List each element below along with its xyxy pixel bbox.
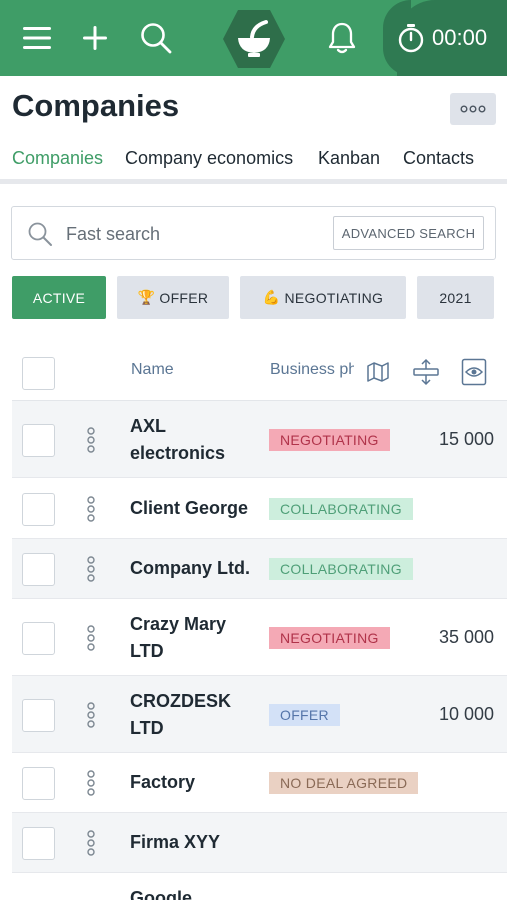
bowl-logo-icon (223, 10, 285, 68)
table-row[interactable]: AXL electronics NEGOTIATING 15 000 (12, 401, 507, 478)
search-button[interactable] (132, 14, 180, 62)
trophy-icon: 🏆 (137, 289, 156, 305)
row-checkbox[interactable] (22, 423, 55, 457)
menu-icon (23, 27, 51, 49)
fast-search-input[interactable] (66, 219, 326, 249)
stopwatch-icon (398, 24, 424, 53)
row-menu-icon[interactable] (84, 829, 98, 857)
column-header-name[interactable]: Name (131, 361, 174, 379)
search-icon (141, 23, 172, 54)
company-name-link[interactable]: Firma XYY (130, 829, 260, 856)
company-name-link[interactable]: Client George (130, 495, 260, 522)
row-checkbox[interactable] (22, 621, 55, 655)
bell-icon (328, 22, 356, 54)
column-visibility-icon[interactable] (461, 358, 487, 386)
timer-button[interactable]: 00:00 (396, 18, 487, 58)
row-menu-icon[interactable] (84, 769, 98, 797)
deal-amount: 35 000 (439, 626, 495, 647)
timer-value: 00:00 (432, 25, 488, 50)
company-name-link[interactable]: Company Ltd. (130, 555, 260, 582)
status-badge: NEGOTIATING (269, 428, 390, 451)
row-checkbox[interactable] (22, 827, 55, 860)
row-checkbox[interactable] (22, 553, 55, 586)
row-menu-icon[interactable] (84, 624, 98, 652)
filter-active[interactable]: ACTIVE (12, 276, 106, 319)
more-options-button[interactable] (450, 93, 496, 125)
deal-amount: 15 000 (439, 428, 495, 449)
company-name-link[interactable]: Crazy Mary LTD (130, 611, 260, 665)
status-badge: OFFER (269, 703, 340, 726)
status-badge: NEGOTIATING (269, 626, 390, 649)
row-menu-icon[interactable] (84, 426, 98, 454)
filter-negotiating-label: NEGOTIATING (284, 289, 384, 306)
table-row[interactable]: Client George COLLABORATING (12, 478, 507, 539)
row-checkbox[interactable] (22, 492, 55, 526)
select-all-checkbox[interactable] (22, 357, 55, 390)
filter-offer-label: OFFER (159, 289, 209, 306)
company-name-link[interactable]: CROZDESK LTD (130, 688, 260, 742)
advanced-search-button[interactable]: ADVANCED SEARCH (333, 216, 484, 250)
flexed-biceps-icon: 💪 (262, 289, 281, 305)
status-badge: COLLABORATING (269, 497, 413, 520)
company-name-link[interactable]: Google (130, 885, 260, 900)
row-height-icon[interactable] (412, 358, 440, 386)
add-button[interactable] (71, 14, 119, 62)
page-title: Companies (12, 88, 180, 123)
filter-active-label: ACTIVE (32, 289, 86, 306)
tab-contacts[interactable]: Contacts (403, 148, 474, 169)
table-header: Name Business ph (0, 345, 507, 400)
row-menu-icon[interactable] (84, 555, 98, 583)
map-icon[interactable] (366, 361, 390, 383)
status-badge: COLLABORATING (269, 558, 413, 580)
company-name-link[interactable]: Factory (130, 769, 260, 796)
row-menu-icon[interactable] (84, 701, 98, 729)
filter-offer[interactable]: 🏆 OFFER (117, 276, 229, 319)
app-logo[interactable] (222, 8, 286, 70)
plus-icon (83, 26, 107, 50)
table-row[interactable]: Google (12, 873, 507, 900)
filter-2021[interactable]: 2021 (417, 276, 494, 319)
company-name-link[interactable]: AXL electronics (130, 413, 260, 467)
table-row[interactable]: CROZDESK LTD OFFER 10 000 (12, 676, 507, 753)
status-badge: NO DEAL AGREED (269, 772, 419, 794)
table-row[interactable]: Firma XYY (12, 813, 507, 873)
table-row[interactable]: Company Ltd. COLLABORATING (12, 539, 507, 599)
tab-company-economics[interactable]: Company economics (125, 148, 293, 169)
search-icon (28, 222, 52, 246)
more-dots-icon (460, 105, 486, 113)
row-checkbox[interactable] (22, 698, 55, 732)
table-row[interactable]: Crazy Mary LTD NEGOTIATING 35 000 (12, 599, 507, 676)
tab-companies[interactable]: Companies (12, 148, 103, 169)
row-menu-icon[interactable] (84, 495, 98, 523)
table-row[interactable]: Factory NO DEAL AGREED (12, 753, 507, 813)
column-header-business-phase[interactable]: Business ph (270, 361, 354, 379)
menu-button[interactable] (13, 14, 61, 62)
tab-kanban[interactable]: Kanban (318, 148, 380, 169)
tabs-divider (0, 179, 507, 184)
search-bar: ADVANCED SEARCH (11, 206, 496, 260)
notifications-button[interactable] (318, 14, 366, 62)
filter-negotiating[interactable]: 💪 NEGOTIATING (240, 276, 406, 319)
deal-amount: 10 000 (439, 703, 495, 724)
top-app-bar: 00:00 (0, 0, 507, 76)
row-checkbox[interactable] (22, 767, 55, 800)
filter-2021-label: 2021 (439, 289, 472, 306)
